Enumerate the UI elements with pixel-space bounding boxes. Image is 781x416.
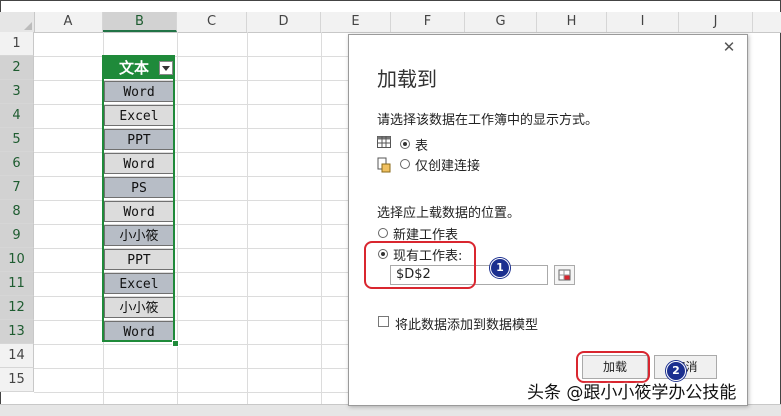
table-cell[interactable]: Word — [104, 201, 174, 222]
gridline — [34, 296, 348, 297]
row-header-3[interactable]: 3 — [0, 80, 34, 104]
table-cell[interactable]: Excel — [104, 105, 174, 126]
row-header-11[interactable]: 11 — [0, 272, 34, 296]
range-picker-icon — [558, 269, 571, 281]
step-badge-1: 1 — [490, 258, 510, 278]
row-header-15[interactable]: 15 — [0, 368, 34, 392]
table-header-cell[interactable]: 文本 — [104, 57, 175, 79]
watermark: 头条 @跟小小筱学办公技能 — [527, 383, 737, 403]
gridline — [34, 152, 348, 153]
row-header-4[interactable]: 4 — [0, 104, 34, 128]
display-prompt: 请选择该数据在工作簿中的显示方式。 — [377, 113, 599, 128]
gridline — [34, 320, 348, 321]
radio-existing-sheet[interactable] — [378, 249, 388, 259]
dialog-title: 加载到 — [377, 67, 437, 91]
table-cell[interactable]: PPT — [104, 129, 174, 150]
close-icon[interactable]: ✕ — [721, 39, 737, 55]
gridline — [34, 200, 348, 201]
row-header-9[interactable]: 9 — [0, 224, 34, 248]
row-header-1[interactable]: 1 — [0, 32, 34, 56]
gridline — [34, 104, 348, 105]
row-header-7[interactable]: 7 — [0, 176, 34, 200]
column-header-b[interactable]: B — [103, 12, 177, 32]
table-cell[interactable]: Word — [104, 81, 174, 102]
gridline — [34, 56, 348, 57]
load-button[interactable]: 加载 — [582, 355, 648, 379]
radio-connection-only[interactable] — [400, 159, 410, 169]
gridline — [34, 248, 348, 249]
add-to-model-checkbox[interactable] — [378, 316, 389, 327]
table-cell[interactable]: Excel — [104, 273, 174, 294]
gridline — [34, 368, 348, 369]
row-header-10[interactable]: 10 — [0, 248, 34, 272]
column-header-a[interactable]: A — [34, 12, 103, 32]
gridline — [34, 128, 348, 129]
range-picker-button[interactable] — [554, 265, 575, 285]
table-cell[interactable]: PS — [104, 177, 174, 198]
gridline — [34, 176, 348, 177]
fill-handle[interactable] — [172, 340, 179, 347]
table-icon — [377, 136, 391, 148]
radio-new-sheet[interactable] — [378, 228, 388, 238]
gridline — [34, 80, 348, 81]
column-header-e[interactable]: E — [321, 12, 391, 32]
column-header-j[interactable]: J — [679, 12, 753, 32]
column-header-d[interactable]: D — [247, 12, 321, 32]
table-header-label: 文本 — [119, 59, 150, 77]
load-to-dialog: ✕ 加载到 请选择该数据在工作簿中的显示方式。 表 仅创建连接 选择应上载数据的… — [348, 34, 748, 406]
gridline — [177, 32, 178, 404]
row-header-13[interactable]: 13 — [0, 320, 34, 344]
gridline — [34, 272, 348, 273]
table-cell[interactable]: 小小筱 — [104, 225, 174, 246]
select-all-corner[interactable] — [0, 12, 35, 32]
column-header-c[interactable]: C — [177, 12, 247, 32]
row-header-5[interactable]: 5 — [0, 128, 34, 152]
filter-dropdown-icon[interactable] — [159, 61, 173, 75]
table-cell[interactable]: Word — [104, 321, 174, 342]
gridline — [34, 392, 348, 393]
gridline — [321, 32, 322, 404]
column-header-i[interactable]: I — [607, 12, 679, 32]
row-header-6[interactable]: 6 — [0, 152, 34, 176]
column-header-f[interactable]: F — [391, 12, 465, 32]
table-cell[interactable]: Word — [104, 153, 174, 174]
row-header-14[interactable]: 14 — [0, 344, 34, 368]
gridline — [34, 224, 348, 225]
table-cell[interactable]: PPT — [104, 249, 174, 270]
row-header-8[interactable]: 8 — [0, 200, 34, 224]
radio-table[interactable] — [400, 139, 410, 149]
option-existing-sheet-label: 现有工作表: — [393, 249, 463, 264]
connection-icon — [377, 157, 391, 173]
gridline — [247, 32, 248, 404]
cell-reference-input[interactable]: $D$2 — [390, 265, 548, 285]
row-header-2[interactable]: 2 — [0, 56, 34, 80]
row-header-12[interactable]: 12 — [0, 296, 34, 320]
gridline — [34, 344, 348, 345]
table-cell[interactable]: 小小筱 — [104, 297, 174, 318]
location-prompt: 选择应上载数据的位置。 — [377, 206, 521, 221]
option-table-label: 表 — [415, 139, 429, 154]
add-to-model-label: 将此数据添加到数据模型 — [395, 318, 539, 333]
column-header-g[interactable]: G — [465, 12, 537, 32]
column-header-h[interactable]: H — [537, 12, 607, 32]
option-new-sheet-label: 新建工作表 — [393, 228, 459, 243]
option-connection-label: 仅创建连接 — [415, 159, 481, 174]
